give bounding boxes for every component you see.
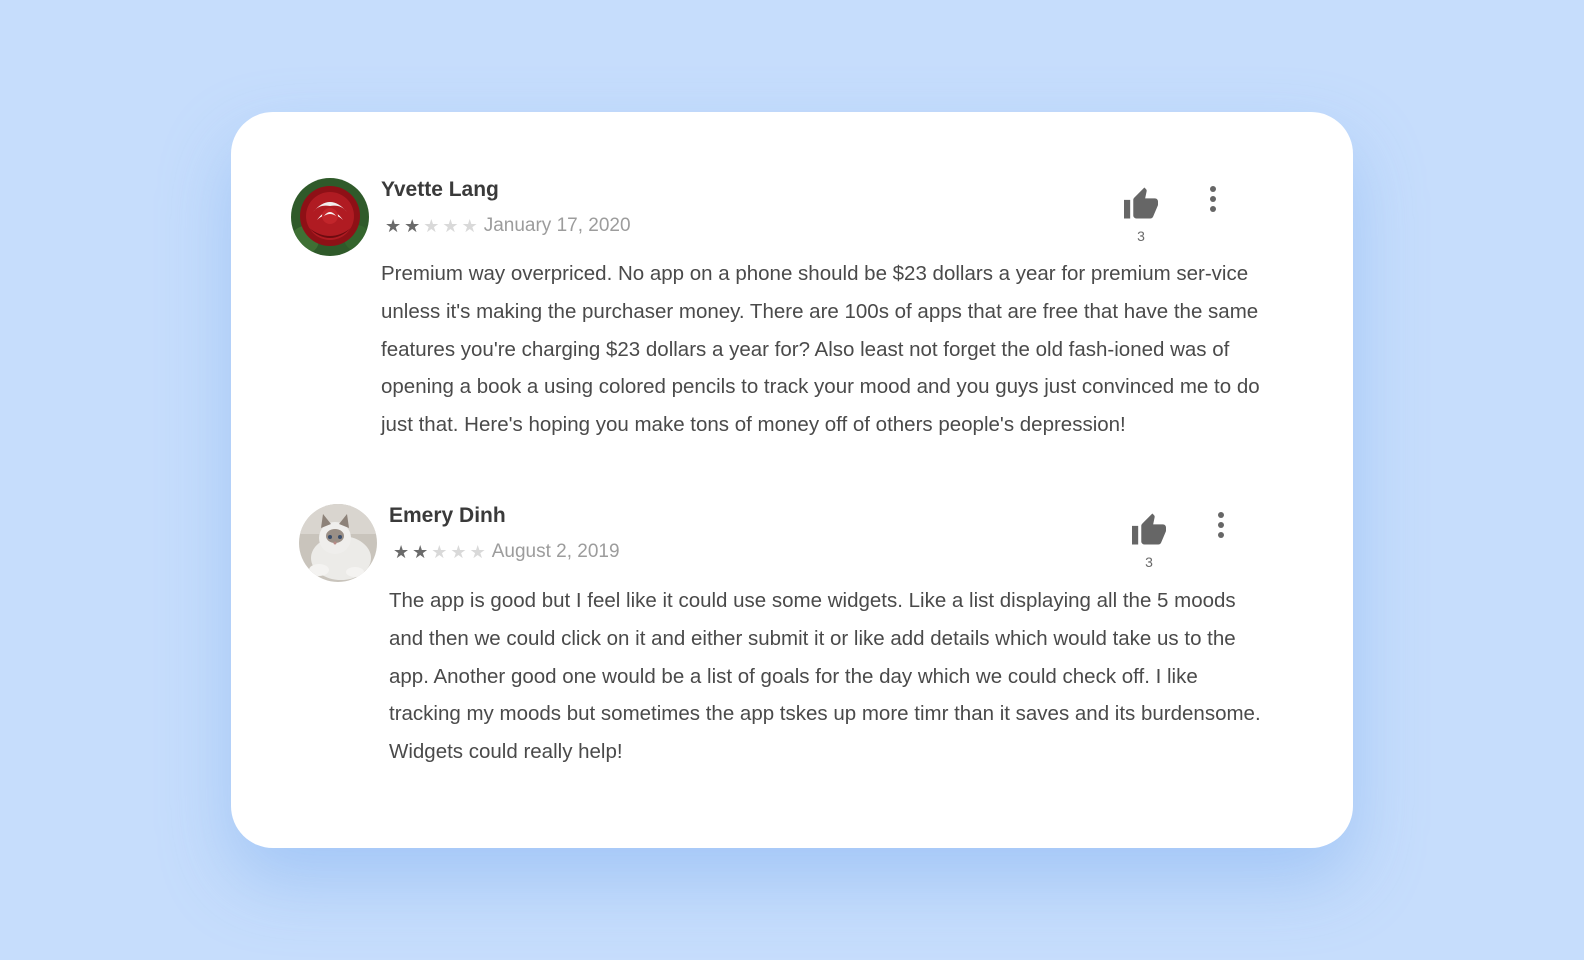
rose-avatar-image — [291, 178, 369, 256]
star-icon: ★ — [469, 542, 486, 562]
more-options-button[interactable] — [1209, 510, 1233, 540]
more-vert-icon-dot — [1218, 532, 1224, 538]
like-count: 3 — [1145, 554, 1153, 570]
star-icon: ★ — [423, 216, 440, 236]
thumbs-up-icon — [1132, 513, 1166, 545]
page: Yvette Lang ★ ★ ★ ★ ★ January 17, 2020 P… — [0, 0, 1584, 960]
review-date: August 2, 2019 — [491, 541, 620, 562]
star-icon: ★ — [385, 216, 402, 236]
more-options-button[interactable] — [1201, 184, 1225, 214]
star-icon: ★ — [393, 542, 410, 562]
more-vert-icon — [1210, 186, 1216, 192]
thumbs-up-icon — [1124, 187, 1158, 219]
avatar[interactable] — [291, 178, 369, 256]
star-icon: ★ — [412, 542, 429, 562]
like-button[interactable]: 3 — [1121, 186, 1161, 244]
review-text: The app is good but I feel like it could… — [389, 589, 1261, 764]
more-vert-icon-dot — [1210, 196, 1216, 202]
star-icon: ★ — [442, 216, 459, 236]
more-vert-icon — [1218, 512, 1224, 518]
reviews-card: Yvette Lang ★ ★ ★ ★ ★ January 17, 2020 P… — [231, 112, 1353, 848]
star-icon: ★ — [404, 216, 421, 236]
star-icon: ★ — [461, 216, 478, 236]
avatar[interactable] — [299, 504, 377, 582]
cat-avatar-image — [299, 504, 377, 582]
star-icon: ★ — [450, 542, 467, 562]
star-rating: ★ ★ ★ ★ ★ — [385, 217, 478, 235]
like-count: 3 — [1137, 228, 1145, 244]
review-date: January 17, 2020 — [483, 215, 631, 236]
star-rating: ★ ★ ★ ★ ★ — [393, 543, 486, 561]
review-text: Premium way overpriced. No app on a phon… — [381, 262, 1260, 437]
like-button[interactable]: 3 — [1129, 512, 1169, 570]
star-icon: ★ — [431, 542, 448, 562]
more-vert-icon-dot — [1218, 522, 1224, 528]
more-vert-icon-dot — [1210, 206, 1216, 212]
